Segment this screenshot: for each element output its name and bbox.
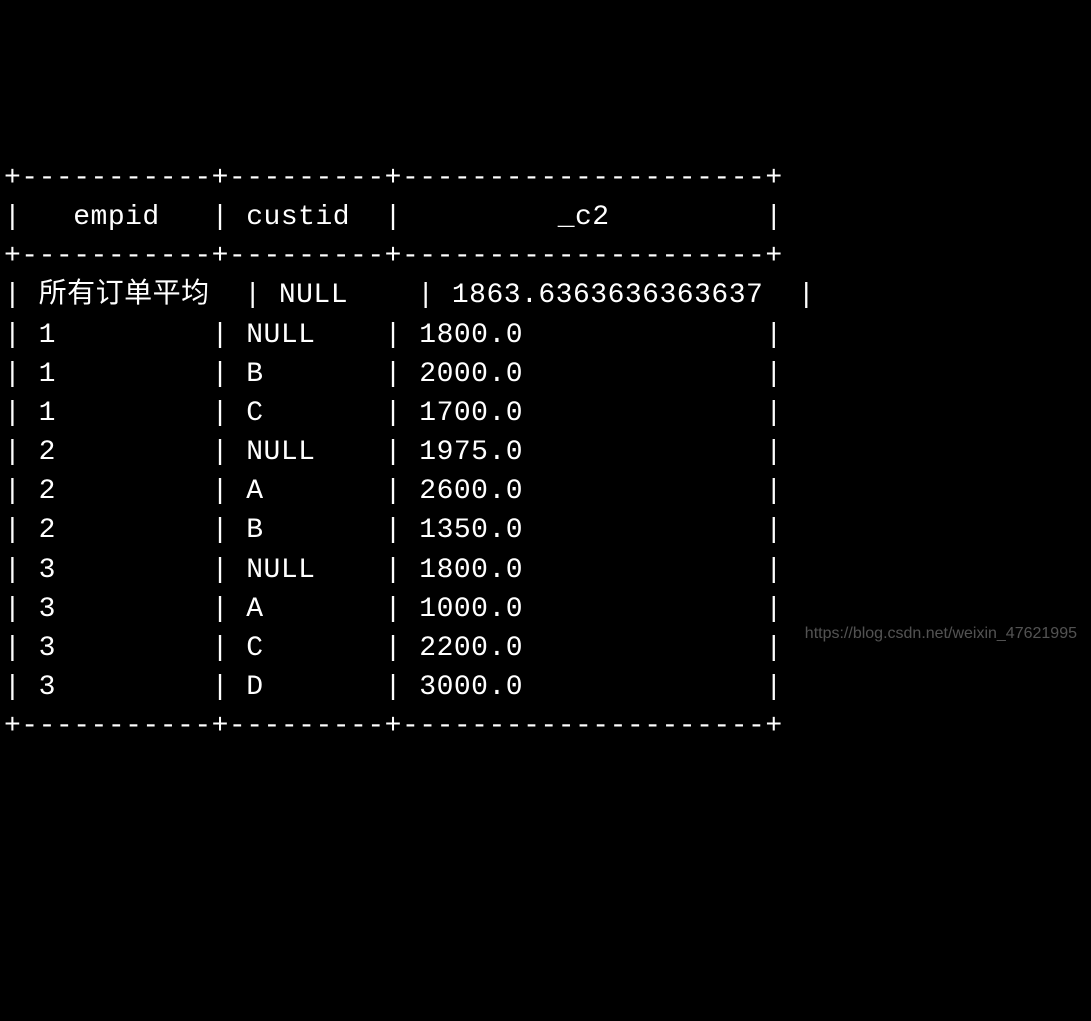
table-border-mid: +-----------+---------+-----------------… (4, 241, 783, 272)
table-row: | 3 | D | 3000.0 | (4, 672, 783, 703)
watermark-text: https://blog.csdn.net/weixin_47621995 (805, 623, 1077, 645)
table-row: | 1 | B | 2000.0 | (4, 359, 783, 390)
table-row: | 1 | NULL | 1800.0 | (4, 320, 783, 351)
table-border-top: +-----------+---------+-----------------… (4, 163, 783, 194)
table-row: | 2 | NULL | 1975.0 | (4, 437, 783, 468)
table-row: | 3 | NULL | 1800.0 | (4, 555, 783, 586)
table-header-row: | empid | custid | _c2 | (4, 202, 783, 233)
table-row: | 2 | A | 2600.0 | (4, 476, 783, 507)
table-row: | 2 | B | 1350.0 | (4, 515, 783, 546)
table-row: | 1 | C | 1700.0 | (4, 398, 783, 429)
table-border-bottom: +-----------+---------+-----------------… (4, 711, 783, 742)
terminal-output: +-----------+---------+-----------------… (4, 159, 1087, 747)
table-row: | 所有订单平均 | NULL | 1863.6363636363637 | (4, 280, 815, 311)
table-row: | 3 | A | 1000.0 | (4, 594, 783, 625)
table-row: | 3 | C | 2200.0 | (4, 633, 783, 664)
